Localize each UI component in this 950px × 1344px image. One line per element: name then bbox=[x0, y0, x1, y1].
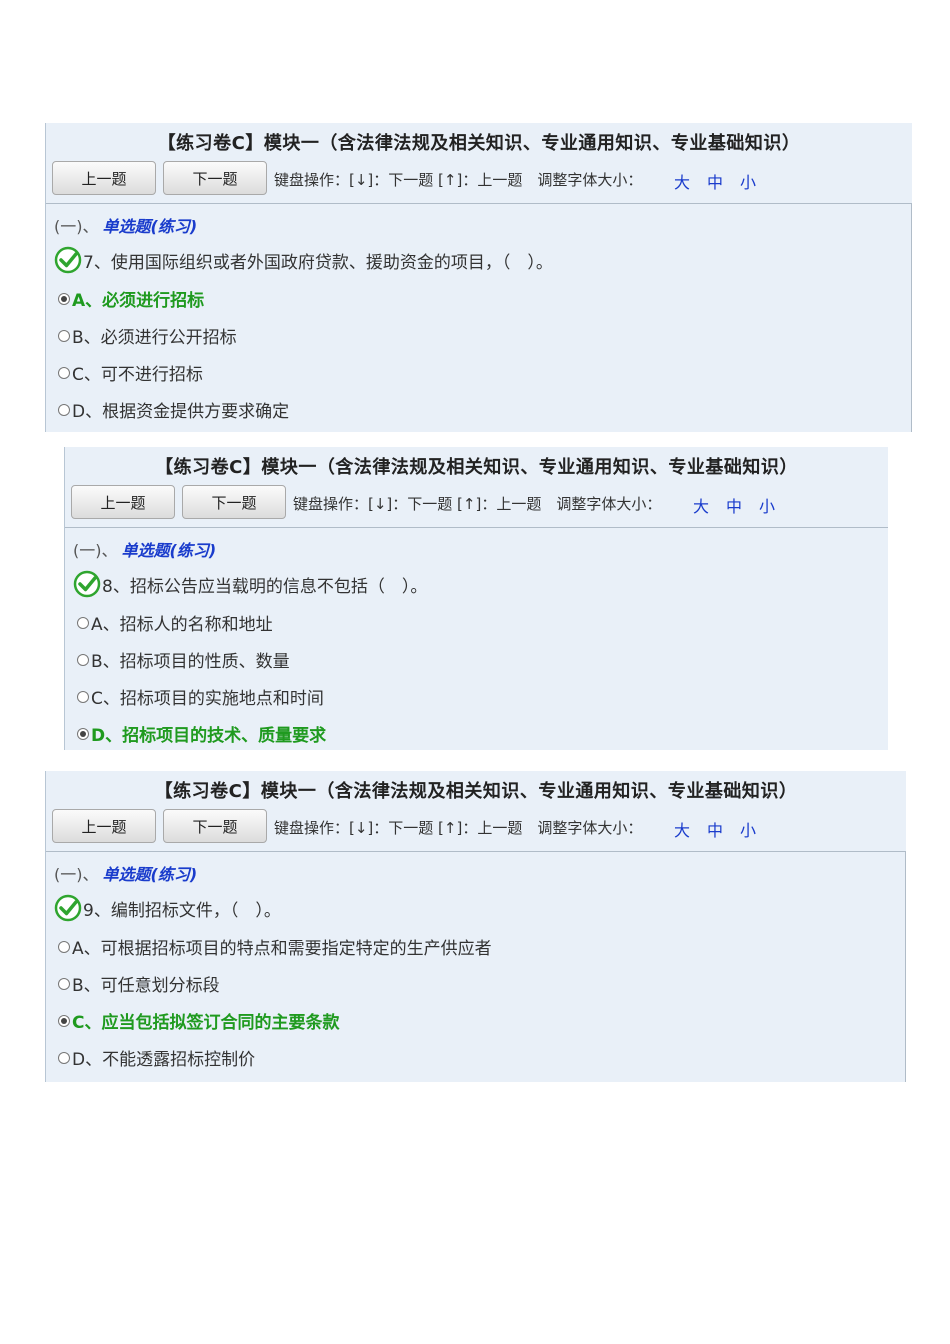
option-label: C、可不进行招标 bbox=[72, 365, 203, 385]
question-text: 8、招标公告应当载明的信息不包括（ ）。 bbox=[102, 576, 428, 597]
font-size-small-link[interactable]: 小 bbox=[740, 817, 756, 841]
prev-question-button[interactable]: 上一题 bbox=[71, 485, 175, 519]
font-size-large-link[interactable]: 大 bbox=[674, 817, 690, 841]
option-label: B、可任意划分标段 bbox=[72, 976, 220, 996]
option-b[interactable]: B、可任意划分标段 bbox=[58, 971, 220, 996]
toolbar: 上一题 下一题 键盘操作：[↓]：下一题 [↑]：上一题 调整字体大小： 大 中… bbox=[71, 485, 888, 521]
section-index: (一)、 bbox=[54, 865, 99, 884]
radio-button[interactable] bbox=[58, 1051, 70, 1064]
question-panel-8: 【练习卷C】模块一（含法律法规及相关知识、专业通用知识、专业基础知识） 上一题 … bbox=[64, 447, 888, 750]
option-b[interactable]: B、招标项目的性质、数量 bbox=[77, 647, 290, 672]
check-circle-icon bbox=[73, 570, 101, 598]
font-size-medium-link[interactable]: 中 bbox=[707, 169, 723, 193]
next-question-button[interactable]: 下一题 bbox=[163, 161, 267, 195]
option-label: A、招标人的名称和地址 bbox=[91, 615, 273, 635]
option-label: D、招标项目的技术、质量要求 bbox=[91, 726, 327, 746]
option-d[interactable]: D、不能透露招标控制价 bbox=[58, 1045, 255, 1070]
radio-button[interactable] bbox=[58, 977, 70, 990]
toolbar: 上一题 下一题 键盘操作：[↓]：下一题 [↑]：上一题 调整字体大小： 大 中… bbox=[52, 161, 912, 197]
question-stem: 9、编制招标文件，（ ）。 bbox=[54, 894, 281, 922]
question-panel-7: 【练习卷C】模块一（含法律法规及相关知识、专业通用知识、专业基础知识） 上一题 … bbox=[45, 123, 912, 432]
question-stem: 7、使用国际组织或者外国政府贷款、援助资金的项目，（ ）。 bbox=[54, 246, 553, 274]
font-size-medium-link[interactable]: 中 bbox=[726, 493, 742, 517]
question-text: 9、编制招标文件，（ ）。 bbox=[83, 900, 281, 921]
radio-button[interactable] bbox=[58, 366, 70, 379]
radio-button[interactable] bbox=[77, 653, 89, 666]
radio-button[interactable] bbox=[77, 690, 89, 703]
option-c[interactable]: C、招标项目的实施地点和时间 bbox=[77, 684, 324, 709]
keyboard-hint: 键盘操作：[↓]：下一题 [↑]：上一题 调整字体大小： bbox=[293, 495, 662, 513]
exam-title: 【练习卷C】模块一（含法律法规及相关知识、专业通用知识、专业基础知识） bbox=[154, 781, 798, 802]
radio-button[interactable] bbox=[58, 1014, 70, 1027]
font-size-medium-link[interactable]: 中 bbox=[707, 817, 723, 841]
section-kind: 单选题(练习) bbox=[102, 865, 198, 884]
question-stem: 8、招标公告应当载明的信息不包括（ ）。 bbox=[73, 570, 427, 598]
option-a[interactable]: A、必须进行招标 bbox=[58, 286, 204, 311]
radio-button[interactable] bbox=[58, 292, 70, 305]
option-a[interactable]: A、招标人的名称和地址 bbox=[77, 610, 273, 635]
question-text: 7、使用国际组织或者外国政府贷款、援助资金的项目，（ ）。 bbox=[83, 252, 553, 273]
question-body: (一)、 单选题(练习) 9、编制招标文件，（ ）。 A、可根据招标项目的特点和需… bbox=[46, 851, 906, 1082]
option-label: A、可根据招标项目的特点和需要指定特定的生产供应者 bbox=[72, 939, 492, 959]
question-panel-9: 【练习卷C】模块一（含法律法规及相关知识、专业通用知识、专业基础知识） 上一题 … bbox=[45, 771, 906, 1082]
option-label: D、根据资金提供方要求确定 bbox=[72, 402, 290, 422]
radio-button[interactable] bbox=[58, 329, 70, 342]
keyboard-hint: 键盘操作：[↓]：下一题 [↑]：上一题 调整字体大小： bbox=[274, 171, 643, 189]
prev-question-button[interactable]: 上一题 bbox=[52, 809, 156, 843]
option-label: B、必须进行公开招标 bbox=[72, 328, 237, 348]
radio-button[interactable] bbox=[58, 403, 70, 416]
font-size-small-link[interactable]: 小 bbox=[759, 493, 775, 517]
option-label: C、招标项目的实施地点和时间 bbox=[91, 689, 324, 709]
font-size-large-link[interactable]: 大 bbox=[674, 169, 690, 193]
next-question-button[interactable]: 下一题 bbox=[182, 485, 286, 519]
option-c[interactable]: C、应当包括拟签订合同的主要条款 bbox=[58, 1008, 339, 1033]
check-circle-icon bbox=[54, 246, 82, 274]
option-b[interactable]: B、必须进行公开招标 bbox=[58, 323, 237, 348]
font-size-small-link[interactable]: 小 bbox=[740, 169, 756, 193]
option-d[interactable]: D、根据资金提供方要求确定 bbox=[58, 397, 289, 422]
prev-question-button[interactable]: 上一题 bbox=[52, 161, 156, 195]
radio-button[interactable] bbox=[77, 616, 89, 629]
next-question-button[interactable]: 下一题 bbox=[163, 809, 267, 843]
option-label: A、必须进行招标 bbox=[72, 291, 205, 311]
section-kind: 单选题(练习) bbox=[121, 541, 217, 560]
exam-title: 【练习卷C】模块一（含法律法规及相关知识、专业通用知识、专业基础知识） bbox=[155, 457, 798, 478]
section-index: (一)、 bbox=[73, 541, 118, 560]
section-header: (一)、 单选题(练习) bbox=[54, 861, 197, 885]
question-body: (一)、 单选题(练习) 7、使用国际组织或者外国政府贷款、援助资金的项目，（ ）… bbox=[46, 203, 912, 432]
font-size-large-link[interactable]: 大 bbox=[693, 493, 709, 517]
option-label: D、不能透露招标控制价 bbox=[72, 1050, 256, 1070]
question-body: (一)、 单选题(练习) 8、招标公告应当载明的信息不包括（ ）。 A、招标人的名… bbox=[65, 527, 888, 750]
toolbar: 上一题 下一题 键盘操作：[↓]：下一题 [↑]：上一题 调整字体大小： 大 中… bbox=[52, 809, 906, 845]
exam-title: 【练习卷C】模块一（含法律法规及相关知识、专业通用知识、专业基础知识） bbox=[157, 133, 801, 154]
option-c[interactable]: C、可不进行招标 bbox=[58, 360, 203, 385]
keyboard-hint: 键盘操作：[↓]：下一题 [↑]：上一题 调整字体大小： bbox=[274, 819, 643, 837]
section-index: (一)、 bbox=[54, 217, 99, 236]
option-d[interactable]: D、招标项目的技术、质量要求 bbox=[77, 721, 326, 746]
check-circle-icon bbox=[54, 894, 82, 922]
option-a[interactable]: A、可根据招标项目的特点和需要指定特定的生产供应者 bbox=[58, 934, 492, 959]
radio-button[interactable] bbox=[58, 940, 70, 953]
section-kind: 单选题(练习) bbox=[102, 217, 198, 236]
option-label: C、应当包括拟签订合同的主要条款 bbox=[72, 1013, 340, 1033]
option-label: B、招标项目的性质、数量 bbox=[91, 652, 290, 672]
section-header: (一)、 单选题(练习) bbox=[73, 537, 216, 561]
section-header: (一)、 单选题(练习) bbox=[54, 213, 197, 237]
radio-button[interactable] bbox=[77, 727, 89, 740]
